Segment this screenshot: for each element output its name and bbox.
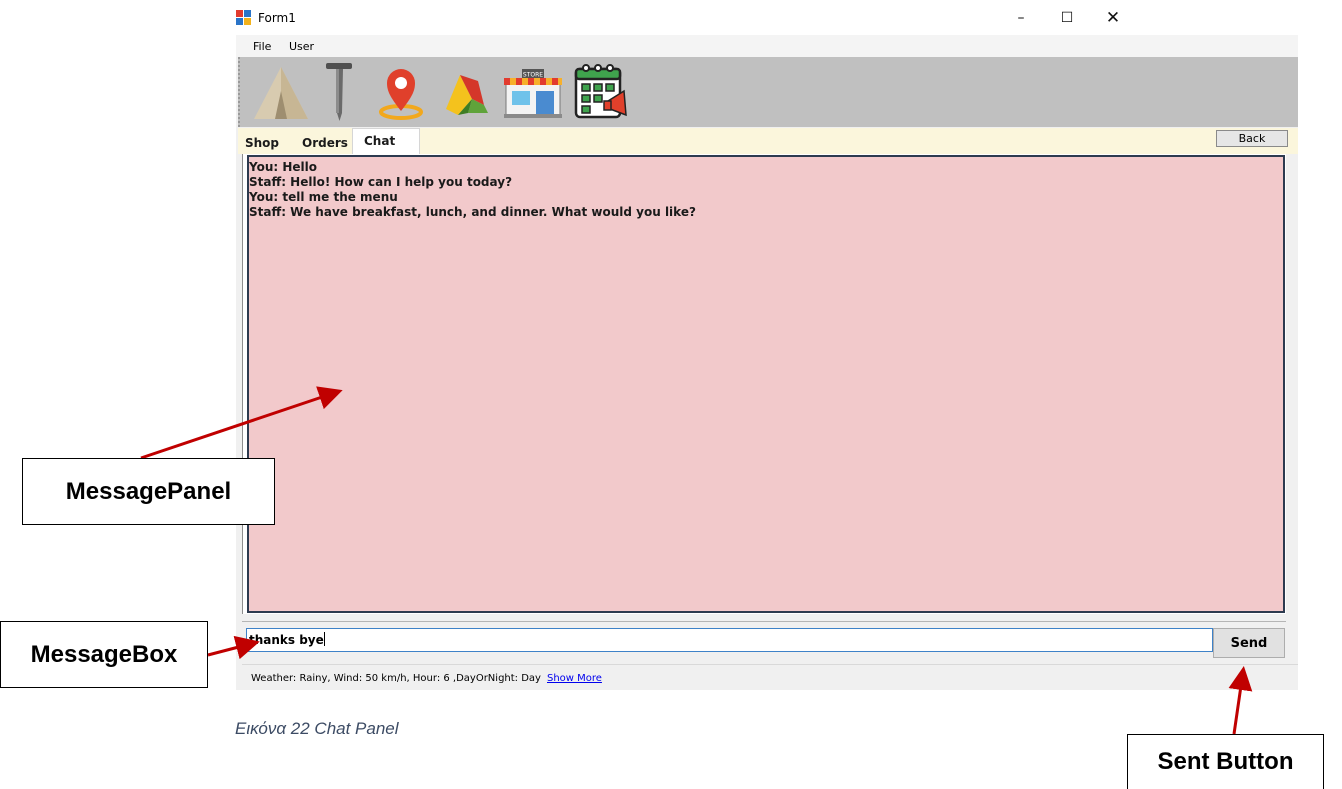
message-box[interactable]: thanks bye (246, 628, 1213, 652)
store-sign-text: STORE (523, 72, 543, 79)
message-panel-callout: MessagePanel (22, 458, 275, 525)
tab-orders[interactable]: Orders (302, 136, 348, 150)
maximize-button[interactable]: ☐ (1044, 0, 1090, 35)
chat-message: Staff: We have breakfast, lunch, and din… (249, 205, 696, 219)
menu-bar: File User (236, 35, 1298, 57)
store-icon[interactable]: STORE (500, 61, 566, 121)
title-bar: Form1 – ☐ ✕ (236, 0, 1298, 35)
toolbar: STORE (238, 57, 1298, 127)
message-box-callout: MessageBox (0, 621, 208, 688)
minimize-button[interactable]: – (998, 0, 1044, 35)
weather-status: Weather: Rainy, Wind: 50 km/h, Hour: 6 ,… (251, 673, 541, 684)
menu-user[interactable]: User (289, 40, 314, 53)
tab-chat[interactable]: Chat (352, 128, 420, 154)
window-title: Form1 (258, 11, 296, 25)
tent-icon[interactable] (250, 61, 312, 121)
form-app-icon (236, 10, 251, 25)
show-more-link[interactable]: Show More (547, 673, 602, 684)
menu-file[interactable]: File (253, 40, 271, 53)
tab-strip: Shop Orders Chat Back (238, 128, 1298, 154)
calendar-announcement-icon[interactable] (572, 61, 634, 121)
chat-message: Staff: Hello! How can I help you today? (249, 175, 513, 189)
send-button-callout: Sent Button (1127, 734, 1324, 789)
chat-message: You: Hello (249, 160, 318, 174)
figure-caption: Εικόνα 22 Chat Panel (235, 719, 399, 738)
tab-shop[interactable]: Shop (245, 136, 279, 150)
message-panel: You: Hello Staff: Hello! How can I help … (247, 155, 1285, 613)
map-pin-icon[interactable] (372, 61, 430, 121)
send-button[interactable]: Send (1213, 628, 1285, 658)
fabric-icon[interactable] (438, 61, 496, 121)
status-bar: Weather: Rainy, Wind: 50 km/h, Hour: 6 ,… (242, 664, 1298, 688)
chat-message: You: tell me the menu (249, 190, 398, 204)
nail-icon[interactable] (312, 61, 367, 121)
status-text: Weather: Rainy, Wind: 50 km/h, Hour: 6 ,… (251, 673, 602, 684)
text-caret (323, 632, 325, 646)
back-button[interactable]: Back (1216, 130, 1288, 147)
close-button[interactable]: ✕ (1090, 0, 1136, 35)
message-box-value: thanks bye (249, 633, 324, 647)
